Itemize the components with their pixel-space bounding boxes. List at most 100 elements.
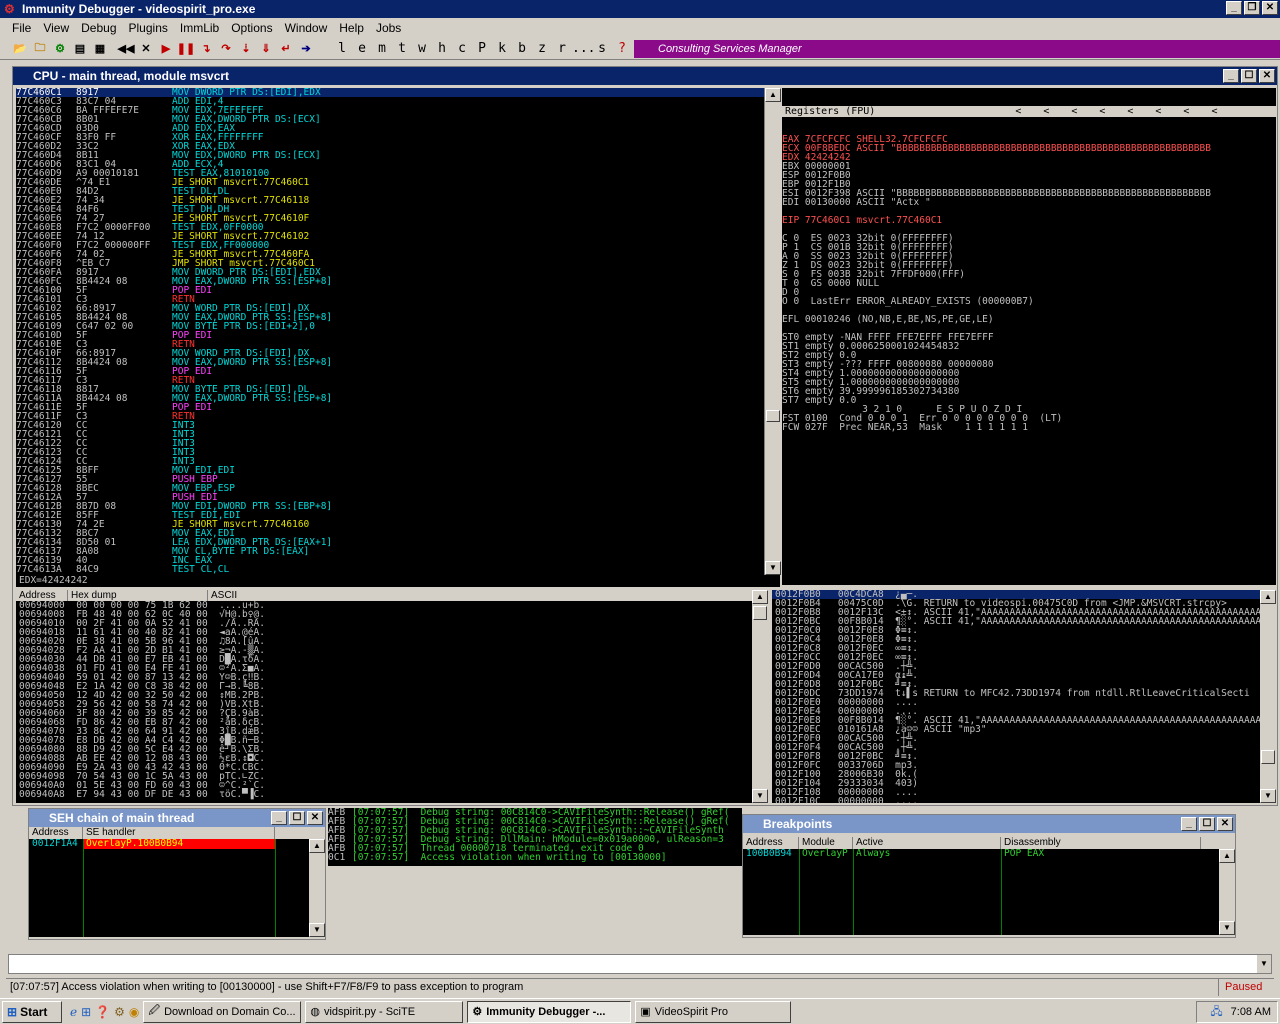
command-history-dropdown[interactable]: ▼ <box>1257 955 1271 973</box>
seh-scrollbar[interactable]: ▲ ▼ <box>309 839 325 937</box>
menu-immlib[interactable]: ImmLib <box>174 21 225 35</box>
disasm-row[interactable]: 77C4611A 8B4424 08 MOV EAX,DWORD PTR SS:[E… <box>16 394 764 404</box>
disasm-row[interactable]: 77C46134 8D50 01 LEA EDX,DWORD PTR DS:[EAX… <box>16 538 764 548</box>
start-button[interactable]: ⊞ Start <box>2 1000 62 1023</box>
disasm-row[interactable]: 77C4613A 84C9 TEST CL,CL <box>16 565 764 575</box>
disasm-row[interactable]: 77C460CF 83F0 FF XOR EAX,FFFFFFFF <box>16 133 764 143</box>
dump-column-header[interactable]: Address <box>16 590 68 601</box>
hex-dump-pane[interactable]: 00694000 00 00 00 00 75 1B 62 00 ....u+b… <box>16 601 752 803</box>
disasm-row[interactable]: 77C46117 C3 RETN <box>16 376 764 386</box>
disasm-row[interactable]: 77C460DE ^74 E1 JE SHORT msvcrt.77C460C1 <box>16 178 764 188</box>
taskbar-button[interactable]: ⚙ Immunity Debugger -... <box>467 1000 632 1023</box>
disasm-row[interactable]: 77C4611E 5F POP EDI <box>16 403 764 413</box>
disassembly-pane[interactable]: 77C460C1 8917 MOV DWORD PTR DS:[EDI],EDX 77… <box>16 88 764 575</box>
disasm-row[interactable]: 77C46100 5F POP EDI <box>16 286 764 296</box>
disasm-row[interactable]: 77C46109 C647 02 00 MOV BYTE PTR DS:[EDI+2… <box>16 322 764 332</box>
disasm-row[interactable]: 77C46139 40 INC EAX <box>16 556 764 566</box>
disasm-row[interactable]: 77C460E8 F7C2 0000FF00 TEST EDX,0FF0000 <box>16 223 764 233</box>
disasm-row[interactable]: 77C4610D 5F POP EDI <box>16 331 764 341</box>
menu-debug[interactable]: Debug <box>75 21 122 35</box>
disasm-row[interactable]: 77C46116 5F POP EDI <box>16 367 764 377</box>
disasm-row[interactable]: 77C460E4 84F6 TEST DH,DH <box>16 205 764 215</box>
toolbar-letter-button[interactable]: e <box>352 41 372 56</box>
scroll-down-icon[interactable]: ▼ <box>1260 789 1276 803</box>
disasm-row[interactable]: 77C460F0 F7C2 000000FF TEST EDX,FF000000 <box>16 241 764 251</box>
scroll-up-icon[interactable]: ▲ <box>1260 590 1276 604</box>
network-icon[interactable]: ⊞ <box>81 1005 91 1019</box>
scroll-down-icon[interactable]: ▼ <box>309 923 325 937</box>
disasm-row[interactable]: 77C46118 8817 MOV BYTE PTR DS:[EDI],DL <box>16 385 764 395</box>
register-nav-arrows[interactable]: <<<<<<<< <box>1015 106 1239 117</box>
disasm-row[interactable]: 77C46102 66:8917 MOV WORD PTR DS:[EDI],DX <box>16 304 764 314</box>
scroll-down-icon[interactable]: ▼ <box>1219 921 1235 935</box>
folder-icon[interactable]: 🗀 <box>30 40 50 58</box>
disasm-row[interactable]: 77C460D9 A9 00010181 TEST EAX,81010100 <box>16 169 764 179</box>
disasm-row[interactable]: 77C46137 8A08 MOV CL,BYTE PTR DS:[EAX] <box>16 547 764 557</box>
media-icon[interactable]: ◉ <box>129 1005 139 1019</box>
attach-icon[interactable]: ⚙ <box>50 40 70 58</box>
toolbar-letter-button[interactable]: z <box>532 41 552 56</box>
scroll-up-icon[interactable]: ▲ <box>1219 849 1235 863</box>
toolbar-letter-button[interactable]: h <box>432 41 452 56</box>
toolbar-letter-button[interactable]: c <box>452 41 472 56</box>
disasm-row[interactable]: 77C46121 CC INT3 <box>16 430 764 440</box>
disasm-row[interactable]: 77C46128 8BEC MOV EBP,ESP <box>16 484 764 494</box>
disasm-row[interactable]: 77C460D2 33C2 XOR EAX,EDX <box>16 142 764 152</box>
cpu-close-button[interactable]: ✕ <box>1259 69 1275 83</box>
stack-pane[interactable]: 0012F0B0 00C4DCA8 ¿▄─. 0012F0B4 00475C0D … <box>772 590 1260 803</box>
rewind-icon[interactable]: ◀◀ <box>116 40 136 58</box>
menu-plugins[interactable]: Plugins <box>123 21 174 35</box>
scroll-up-icon[interactable]: ▲ <box>752 590 768 604</box>
disasm-row[interactable]: 77C46101 C3 RETN <box>16 295 764 305</box>
toolbar-letter-button[interactable]: k <box>492 41 512 56</box>
toolbar-letter-button[interactable]: b <box>512 41 532 56</box>
disasm-row[interactable]: 77C460F6 74 02 JE SHORT msvcrt.77C460FA <box>16 250 764 260</box>
disasm-row[interactable]: 77C460FC 8B4424 08 MOV EAX,DWORD PTR SS:[E… <box>16 277 764 287</box>
toolbar-letter-button[interactable]: l <box>332 41 352 56</box>
scroll-thumb[interactable] <box>753 606 767 620</box>
menu-file[interactable]: File <box>6 21 37 35</box>
disasm-row[interactable]: 77C4612A 57 PUSH EDI <box>16 493 764 503</box>
run-icon[interactable]: ▶ <box>156 40 176 58</box>
trace-into-icon[interactable]: ⇣ <box>236 40 256 58</box>
toolbar-letter-button[interactable]: s <box>592 41 612 56</box>
disassembly-scrollbar[interactable]: ▲ ▼ <box>764 88 781 575</box>
bp-close-button[interactable]: ✕ <box>1217 817 1233 831</box>
dump-column-header[interactable]: Hex dump <box>68 590 208 601</box>
stack-scrollbar[interactable]: ▲ ▼ <box>1260 590 1276 803</box>
log-window[interactable]: AFB [07:07:57] Debug string: 00C814C0->CA… <box>328 808 742 866</box>
toolbar-letter-button[interactable]: r <box>552 41 572 56</box>
menu-jobs[interactable]: Jobs <box>370 21 407 35</box>
disasm-row[interactable]: 77C460FA 8917 MOV DWORD PTR DS:[EDI],EDX <box>16 268 764 278</box>
disasm-row[interactable]: 77C460C6 BA FFFEFE7E MOV EDX,7EFEFEFF <box>16 106 764 116</box>
close-process-icon[interactable]: ✕ <box>136 40 156 58</box>
menu-window[interactable]: Window <box>279 21 334 35</box>
menu-help[interactable]: Help <box>333 21 370 35</box>
scroll-down-icon[interactable]: ▼ <box>765 561 781 575</box>
scroll-thumb[interactable] <box>1261 750 1275 764</box>
command-input[interactable]: ▼ <box>8 954 1272 974</box>
seh-list[interactable]: 0012F1A4 OverlayP.100B0B94 ▲ ▼ <box>29 839 325 937</box>
seh-row[interactable]: 0012F1A4 OverlayP.100B0B94 <box>29 839 325 849</box>
dump-scrollbar[interactable]: ▲ ▼ <box>752 590 768 803</box>
taskbar-button[interactable]: ◍ vidspirit.py - SciTE <box>305 1000 464 1023</box>
bp-maximize-button[interactable]: ☐ <box>1199 817 1215 831</box>
seh-minimize-button[interactable]: _ <box>271 811 287 825</box>
disasm-row[interactable]: 77C460E0 84D2 TEST DL,DL <box>16 187 764 197</box>
disasm-row[interactable]: 77C460CD 03D0 ADD EDX,EAX <box>16 124 764 134</box>
taskbar-button[interactable]: ▣ VideoSpirit Pro <box>635 1000 792 1023</box>
scroll-up-icon[interactable]: ▲ <box>309 839 325 853</box>
disasm-row[interactable]: 77C4611F C3 RETN <box>16 412 764 422</box>
minimize-button[interactable]: _ <box>1226 1 1242 15</box>
disasm-row[interactable]: 77C46112 8B4424 08 MOV EAX,DWORD PTR SS:[E… <box>16 358 764 368</box>
disasm-row[interactable]: 77C46130 74 2E JE SHORT msvcrt.77C46160 <box>16 520 764 530</box>
disasm-row[interactable]: 77C4610E C3 RETN <box>16 340 764 350</box>
grid-icon[interactable]: ▦ <box>90 40 110 58</box>
scroll-thumb[interactable] <box>766 410 780 422</box>
bp-scrollbar[interactable]: ▲ ▼ <box>1219 849 1235 935</box>
disasm-row[interactable]: 77C460C1 8917 MOV DWORD PTR DS:[EDI],EDX <box>16 88 764 97</box>
scroll-up-icon[interactable]: ▲ <box>765 88 781 102</box>
bp-minimize-button[interactable]: _ <box>1181 817 1197 831</box>
disasm-row[interactable]: 77C46122 CC INT3 <box>16 439 764 449</box>
menu-options[interactable]: Options <box>225 21 278 35</box>
